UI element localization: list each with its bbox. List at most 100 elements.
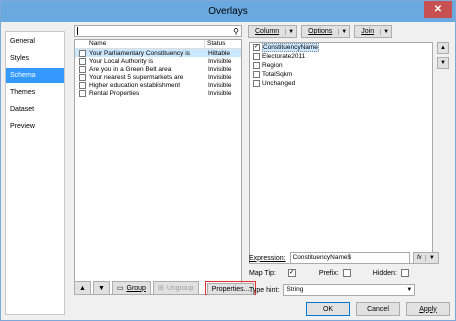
overlay-toolbar: ▲ ▼ ▭ Group ⊞ Ungroup Properties... xyxy=(74,281,257,295)
overlay-name: Higher education establishment xyxy=(89,81,181,89)
nav-item-general[interactable]: General xyxy=(6,34,64,49)
nav-item-preview[interactable]: Preview xyxy=(6,119,64,134)
hidden-checkbox[interactable] xyxy=(400,269,409,277)
move-up-button[interactable]: ▲ xyxy=(74,281,91,295)
overlay-checkbox[interactable] xyxy=(79,89,86,97)
title-bar: Overlays ✕ xyxy=(1,1,455,22)
overlay-list: Name Status Your Parliamentary Constitue… xyxy=(74,39,242,295)
field-label: Region xyxy=(262,62,283,69)
overlay-name: Rental Properties xyxy=(89,89,140,97)
field-checkbox[interactable] xyxy=(253,71,260,78)
expression-label: Expression: xyxy=(249,254,286,262)
overlay-name: Are you in a Green Belt area xyxy=(89,65,172,73)
overlay-checkbox[interactable] xyxy=(79,73,86,81)
overlay-name: Your nearest 5 supermarkets are xyxy=(89,73,184,81)
field-item[interactable]: ✓ ConstituencyName xyxy=(250,43,432,52)
chevron-down-icon: ▼ xyxy=(406,287,413,293)
overlay-status: Invisible xyxy=(208,73,232,81)
field-list: ✓ ConstituencyName Electorate2011 Region… xyxy=(249,42,433,264)
list-item[interactable]: Your nearest 5 supermarkets are Invisibl… xyxy=(75,73,241,81)
options-dropdown[interactable]: Options ▼ xyxy=(301,25,351,38)
overlay-status: Invisible xyxy=(208,81,232,89)
join-dropdown[interactable]: Join ▼ xyxy=(354,25,393,38)
options-row: Map Tip: ✓ Prefix: Hidden: xyxy=(249,269,409,277)
list-item[interactable]: Higher education establishment Invisible xyxy=(75,81,241,89)
field-item[interactable]: Electorate2011 xyxy=(250,52,432,61)
field-pane: Column ▼ Options ▼ Join ▼ ✓ Constituency… xyxy=(246,23,452,297)
chevron-down-icon: ▼ xyxy=(425,255,438,261)
overlay-status: Invisible xyxy=(208,65,232,73)
arrow-up-icon: ▲ xyxy=(79,284,86,292)
column-header-name[interactable]: Name xyxy=(75,40,205,48)
chevron-down-icon: ▼ xyxy=(380,28,391,35)
prefix-label: Prefix: xyxy=(318,269,339,277)
nav-item-schema[interactable]: Schema xyxy=(6,68,64,83)
field-checkbox[interactable] xyxy=(253,62,260,69)
search-icon[interactable]: ⚲ xyxy=(233,27,239,36)
field-item[interactable]: Unchanged xyxy=(250,79,432,88)
search-input[interactable]: ⚲ xyxy=(74,25,242,37)
apply-button[interactable]: Apply xyxy=(406,302,450,316)
field-label: ConstituencyName xyxy=(262,43,319,52)
expression-row: Expression: ConstituencyName$ fx ▼ xyxy=(249,252,439,264)
overlay-status: Invisible xyxy=(208,89,232,97)
overlay-name: Your Local Authority is xyxy=(89,57,154,65)
function-button[interactable]: fx ▼ xyxy=(412,252,439,264)
field-checkbox[interactable] xyxy=(253,80,260,87)
list-item[interactable]: Your Local Authority is Invisible xyxy=(75,57,241,65)
type-hint-value: String xyxy=(286,286,304,293)
ok-button[interactable]: OK xyxy=(306,302,350,316)
field-checkbox[interactable] xyxy=(253,53,260,60)
text-caret xyxy=(77,27,78,35)
overlay-checkbox[interactable] xyxy=(79,81,86,89)
cancel-button[interactable]: Cancel xyxy=(356,302,400,316)
column-label: Column xyxy=(255,28,280,35)
list-item[interactable]: Are you in a Green Belt area Invisible xyxy=(75,65,241,73)
overlay-checkbox[interactable] xyxy=(79,57,86,65)
prefix-checkbox[interactable] xyxy=(342,269,351,277)
window-title: Overlays xyxy=(208,6,248,17)
move-down-button[interactable]: ▼ xyxy=(92,281,110,295)
field-checkbox[interactable]: ✓ xyxy=(253,44,260,51)
overlay-name: Your Parliamentary Constituency is xyxy=(89,49,190,57)
field-label: Electorate2011 xyxy=(262,53,306,60)
maptip-checkbox[interactable]: ✓ xyxy=(287,269,296,277)
nav-item-themes[interactable]: Themes xyxy=(6,85,64,100)
group-label: Group xyxy=(126,284,146,292)
nav-list: General Styles Schema Themes Dataset Pre… xyxy=(5,31,65,315)
fx-icon: fx xyxy=(416,255,422,261)
group-icon: ▭ xyxy=(116,285,124,292)
close-button[interactable]: ✕ xyxy=(424,1,452,18)
overlay-status: Hittable xyxy=(208,49,231,57)
dialog-footer: OK Cancel Apply xyxy=(306,302,450,316)
ungroup-button[interactable]: ⊞ Ungroup xyxy=(152,281,199,295)
options-label: Options xyxy=(308,28,333,35)
chevron-down-icon: ▼ xyxy=(338,28,349,35)
maptip-label: Map Tip: xyxy=(249,269,276,277)
overlays-dialog: Overlays ✕ General Styles Schema Themes … xyxy=(0,0,456,321)
field-item[interactable]: Region xyxy=(250,61,432,70)
ungroup-icon: ⊞ xyxy=(157,285,164,292)
column-dropdown[interactable]: Column ▼ xyxy=(248,25,298,38)
field-move-up-button[interactable]: ▲ xyxy=(437,42,449,54)
field-toolbar: Column ▼ Options ▼ Join ▼ xyxy=(248,25,393,38)
arrow-down-icon: ▼ xyxy=(97,284,105,292)
column-header-status[interactable]: Status xyxy=(205,40,225,48)
list-item[interactable]: Rental Properties Invisible xyxy=(75,89,241,97)
list-item[interactable]: Your Parliamentary Constituency is Hitta… xyxy=(75,49,241,57)
overlay-checkbox[interactable] xyxy=(79,49,86,57)
list-header: Name Status xyxy=(75,40,241,49)
ungroup-label: Ungroup xyxy=(166,284,194,292)
field-move-down-button[interactable]: ▼ xyxy=(437,57,449,69)
field-item[interactable]: TotalSqkm xyxy=(250,70,432,79)
nav-item-dataset[interactable]: Dataset xyxy=(6,102,64,117)
group-button[interactable]: ▭ Group xyxy=(111,281,151,295)
overlay-checkbox[interactable] xyxy=(79,65,86,73)
nav-item-styles[interactable]: Styles xyxy=(6,51,64,66)
join-label: Join xyxy=(361,28,375,35)
type-hint-select[interactable]: String ▼ xyxy=(283,284,416,296)
field-label: TotalSqkm xyxy=(262,71,293,78)
expression-field[interactable]: ConstituencyName$ xyxy=(289,252,410,264)
type-hint-row: Type hint: String ▼ xyxy=(249,284,416,296)
overlay-pane: ⚲ Name Status Your Parliamentary Constit… xyxy=(71,23,243,297)
